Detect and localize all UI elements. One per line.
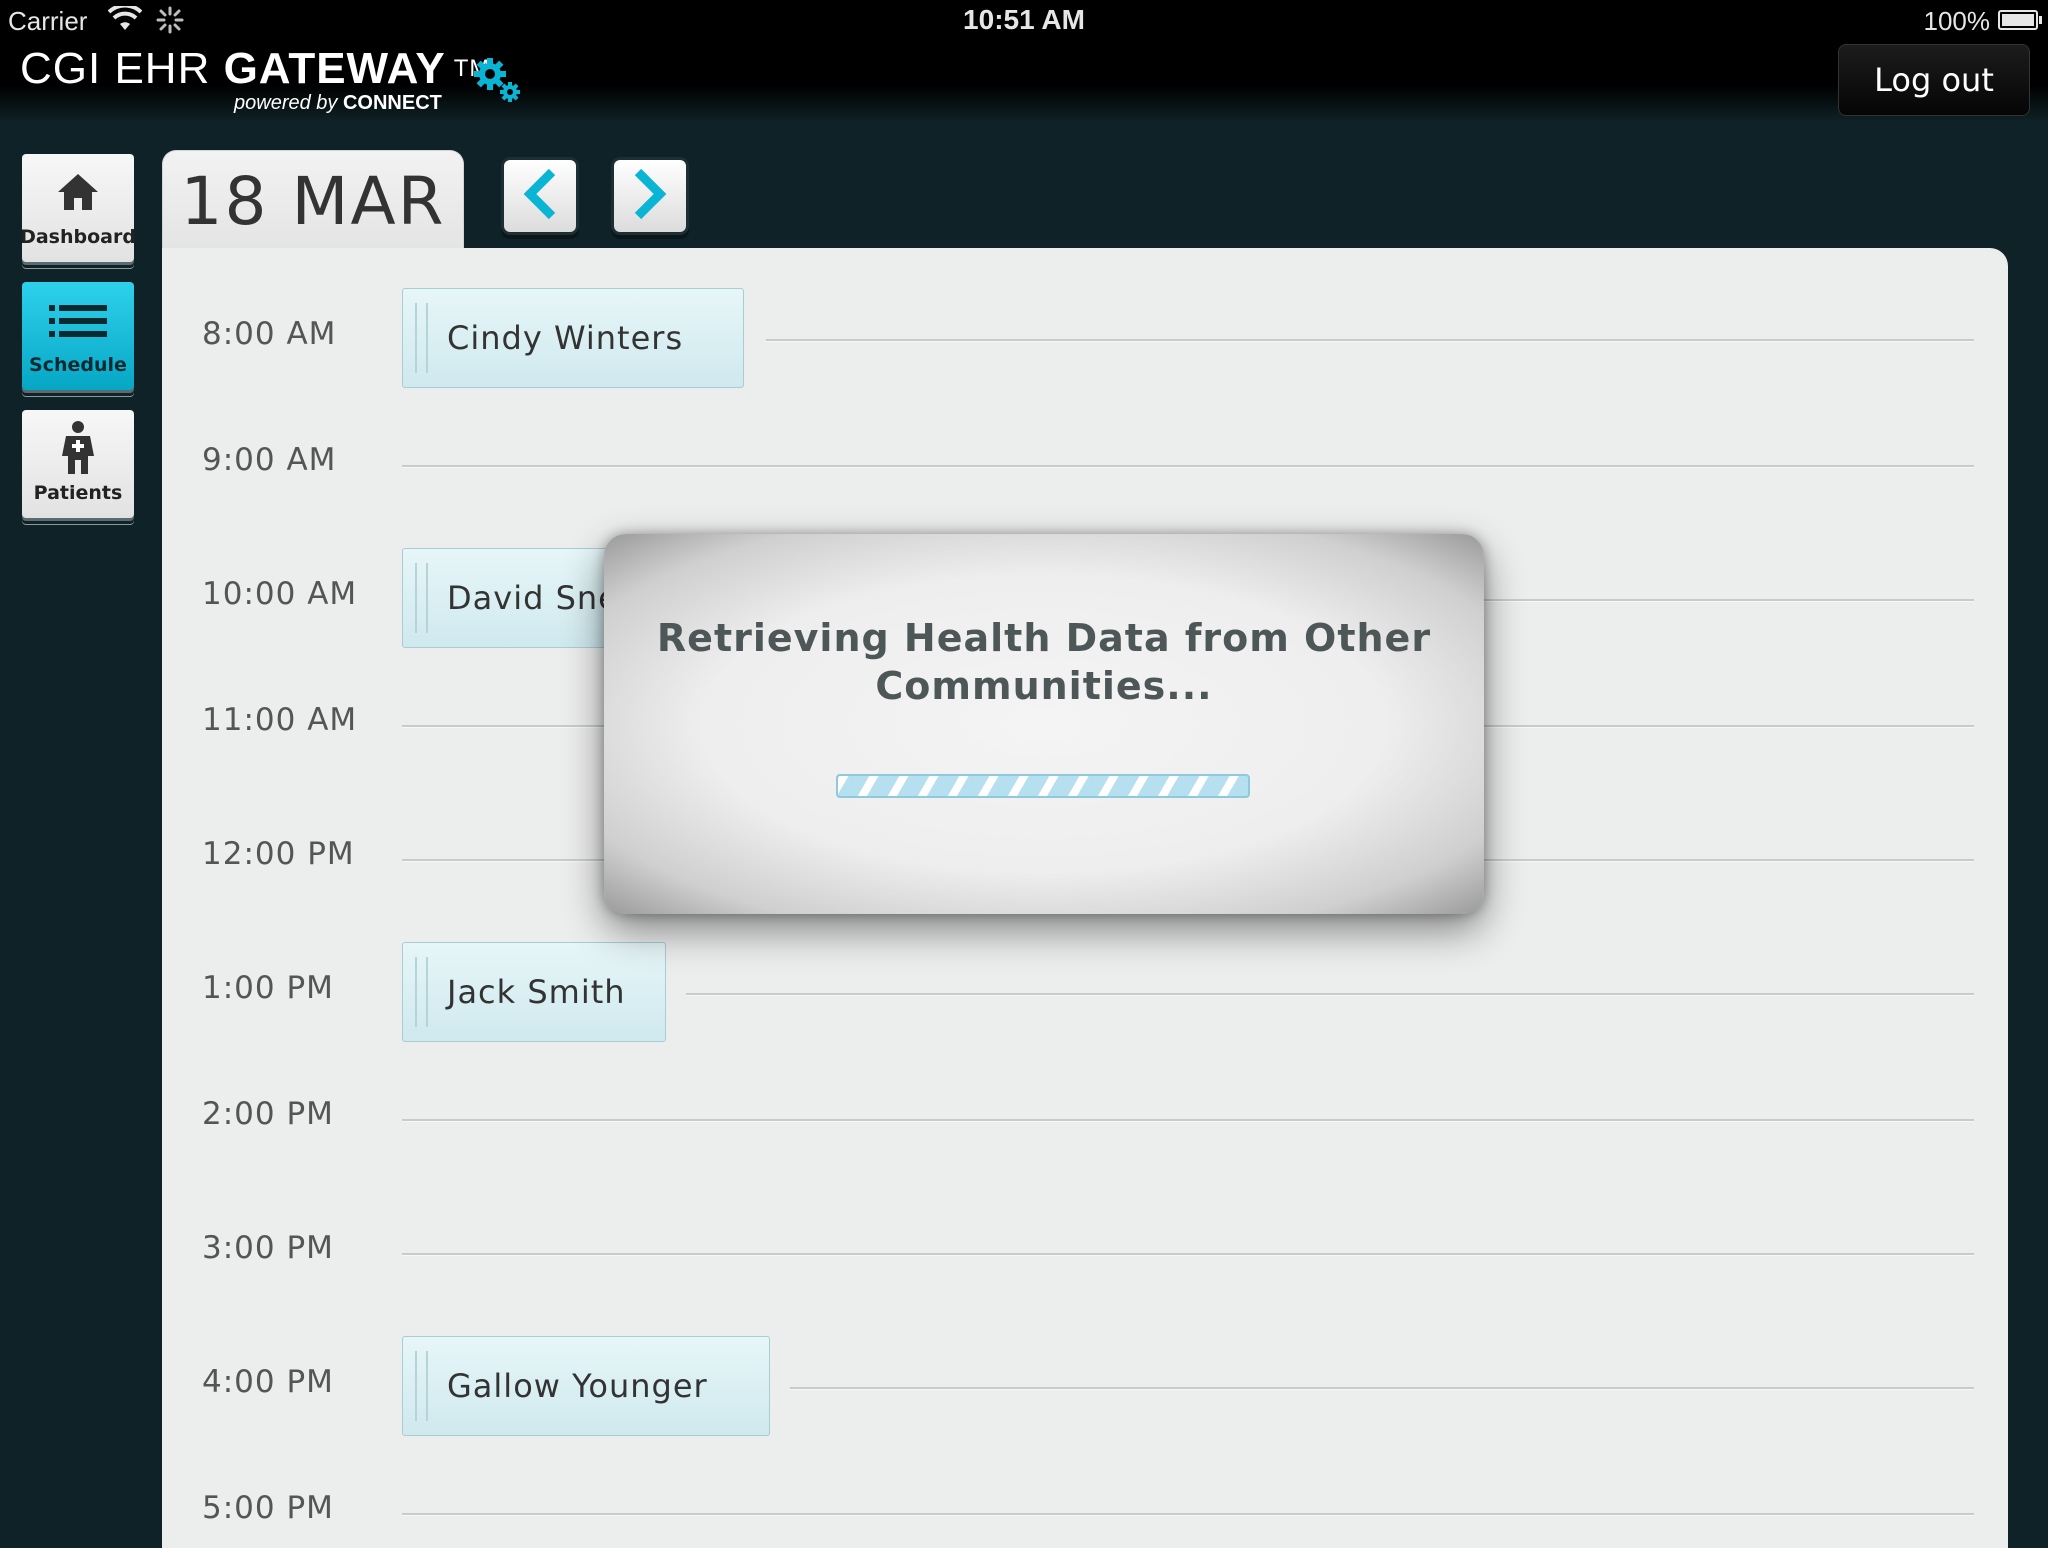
time-slot-label: 11:00 AM [202,702,358,738]
logout-button[interactable]: Log out [1838,44,2030,116]
time-slot-label: 9:00 AM [202,442,337,478]
battery-percent: 100% [1923,6,1991,36]
powered-by-label: powered by [234,92,343,114]
time-divider [790,1387,1974,1390]
time-slot-label: 5:00 PM [202,1490,334,1526]
appointment-card[interactable]: David Sne [402,548,622,648]
time-divider [402,465,1974,468]
brand-name-bold: GATEWAY [223,44,446,93]
time-slot-label: 4:00 PM [202,1364,334,1400]
time-divider [686,993,1974,996]
time-divider [402,1253,1974,1256]
time-divider [402,1513,1974,1516]
time-divider [402,1119,1974,1122]
current-date: 18 MAR [162,150,464,251]
chevron-left-icon [520,168,560,224]
time-slot-label: 1:00 PM [202,970,334,1006]
nav-schedule-label: Schedule [29,354,127,376]
appointment-card[interactable]: Cindy Winters [402,288,744,388]
time-divider [766,339,1974,342]
clock: 10:51 AM [963,4,1085,35]
time-slot-label: 2:00 PM [202,1096,334,1132]
battery-icon [1998,10,2042,30]
chevron-right-icon [630,168,670,224]
time-slot-label: 3:00 PM [202,1230,334,1266]
loading-message: Retrieving Health Data from Other Commun… [656,616,1432,708]
list-icon [22,304,134,338]
progress-bar [836,774,1250,798]
time-slot-label: 12:00 PM [202,836,355,872]
nav-dashboard-label: Dashboard [20,226,136,248]
status-bar: Carrier 10:51 AM 100% [0,0,2048,40]
appointment-card[interactable]: Gallow Younger [402,1336,770,1436]
powered-by-brand: CONNECT [342,92,442,114]
brand-name-light: CGI EHR [20,44,224,93]
nav-dashboard-button[interactable]: Dashboard [20,154,136,262]
time-slot-label: 10:00 AM [202,576,358,612]
app-logo: CGI EHR GATEWAY TM powered by CONNECT [20,44,490,114]
patient-icon [22,420,134,476]
nav-schedule-button[interactable]: Schedule [22,282,134,390]
loading-dialog: Retrieving Health Data from Other Commun… [604,534,1484,914]
nav-patients-button[interactable]: Patients [22,410,134,518]
app-header: CGI EHR GATEWAY TM powered by CONNECT Lo… [0,40,2048,122]
previous-day-button[interactable] [504,160,576,232]
nav-patients-label: Patients [33,482,123,504]
appointment-card[interactable]: Jack Smith [402,942,666,1042]
settings-gear-icon[interactable] [472,56,524,110]
time-slot-label: 8:00 AM [202,316,337,352]
next-day-button[interactable] [614,160,686,232]
home-icon [22,172,134,212]
